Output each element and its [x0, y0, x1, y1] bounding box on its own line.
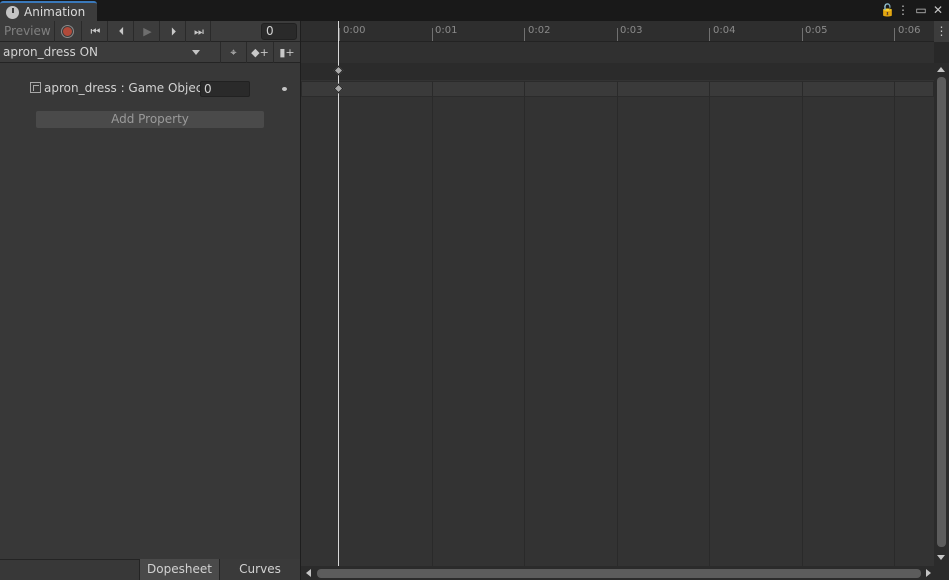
- previous-keyframe-icon: ⏴: [118, 24, 124, 38]
- scroll-up-icon[interactable]: [937, 67, 945, 72]
- filter-by-selection-button[interactable]: ⌖: [220, 42, 246, 63]
- gridline: [709, 81, 710, 566]
- gridline: [524, 81, 525, 566]
- tab-animation[interactable]: Animation: [0, 1, 97, 21]
- playhead[interactable]: [338, 21, 339, 566]
- next-keyframe-button[interactable]: ⏵: [159, 21, 185, 42]
- ruler-tick-label: 0:02: [528, 25, 551, 36]
- scroll-left-icon[interactable]: [306, 569, 311, 577]
- cube-icon: [30, 82, 41, 93]
- play-button[interactable]: ▶: [133, 21, 159, 42]
- gridline: [894, 81, 895, 566]
- next-keyframe-icon: ⏵: [170, 24, 176, 38]
- ruler-tick: [709, 28, 710, 41]
- scroll-right-icon[interactable]: [926, 569, 931, 577]
- record-icon: [61, 25, 74, 38]
- last-keyframe-icon: ⏭: [194, 24, 204, 38]
- chevron-down-icon: [192, 50, 200, 55]
- first-keyframe-button[interactable]: ⏮: [81, 21, 107, 42]
- scrollbar-corner: [934, 566, 949, 580]
- ruler-tick-label: 0:04: [713, 25, 736, 36]
- ruler-tick: [432, 28, 433, 41]
- summary-row[interactable]: [301, 63, 934, 80]
- ruler-tick: [802, 28, 803, 41]
- previous-keyframe-button[interactable]: ⏴: [107, 21, 133, 42]
- preview-button[interactable]: Preview: [0, 21, 54, 42]
- add-event-button[interactable]: ▮+: [273, 42, 300, 63]
- ruler-tick-label: 0:03: [620, 25, 643, 36]
- last-keyframe-button[interactable]: ⏭: [185, 21, 211, 42]
- kebab-menu-icon[interactable]: ⋮: [896, 3, 910, 18]
- gridline: [802, 81, 803, 566]
- ruler-tick: [524, 28, 525, 41]
- clock-icon: [6, 5, 19, 19]
- property-label: apron_dress : Game Object.: [44, 81, 211, 95]
- ruler-tick-label: 0:00: [343, 25, 366, 36]
- event-band[interactable]: [301, 42, 934, 63]
- tab-animation-label: Animation: [24, 5, 86, 19]
- add-keyframe-button[interactable]: ◆+: [246, 42, 273, 63]
- record-button[interactable]: [54, 21, 80, 42]
- ruler-tick-label: 0:05: [805, 25, 828, 36]
- add-event-icon: ▮+: [279, 46, 295, 59]
- property-options-icon[interactable]: [282, 87, 287, 91]
- ruler-tick: [894, 28, 895, 41]
- maximize-icon[interactable]: ▭: [914, 3, 928, 18]
- scroll-down-icon[interactable]: [937, 555, 945, 560]
- crosshair-icon: ⌖: [230, 45, 237, 59]
- ruler-tick-label: 0:06: [898, 25, 921, 36]
- tab-curves[interactable]: Curves: [219, 559, 300, 580]
- horizontal-scroll-thumb[interactable]: [317, 569, 921, 578]
- frame-input[interactable]: 0: [261, 23, 297, 40]
- first-keyframe-icon: ⏮: [90, 24, 101, 38]
- lock-icon[interactable]: 🔓: [880, 3, 895, 18]
- property-panel: [0, 21, 300, 580]
- add-keyframe-icon: ◆+: [251, 46, 269, 59]
- tab-dopesheet[interactable]: Dopesheet: [139, 559, 219, 580]
- vertical-scroll-thumb[interactable]: [937, 77, 946, 547]
- gridline: [432, 81, 433, 566]
- close-icon[interactable]: ✕: [931, 3, 945, 18]
- add-property-button[interactable]: Add Property: [36, 111, 264, 128]
- ruler-tick: [617, 28, 618, 41]
- property-value-input[interactable]: 0: [200, 81, 250, 97]
- ruler-tick: [339, 28, 340, 41]
- clip-dropdown[interactable]: apron_dress ON: [0, 42, 220, 63]
- play-icon: ▶: [143, 25, 152, 38]
- tab-bar: [0, 0, 949, 21]
- ruler-tick-label: 0:01: [435, 25, 458, 36]
- timeline-menu-icon[interactable]: ⋮: [934, 21, 949, 42]
- gridline: [617, 81, 618, 566]
